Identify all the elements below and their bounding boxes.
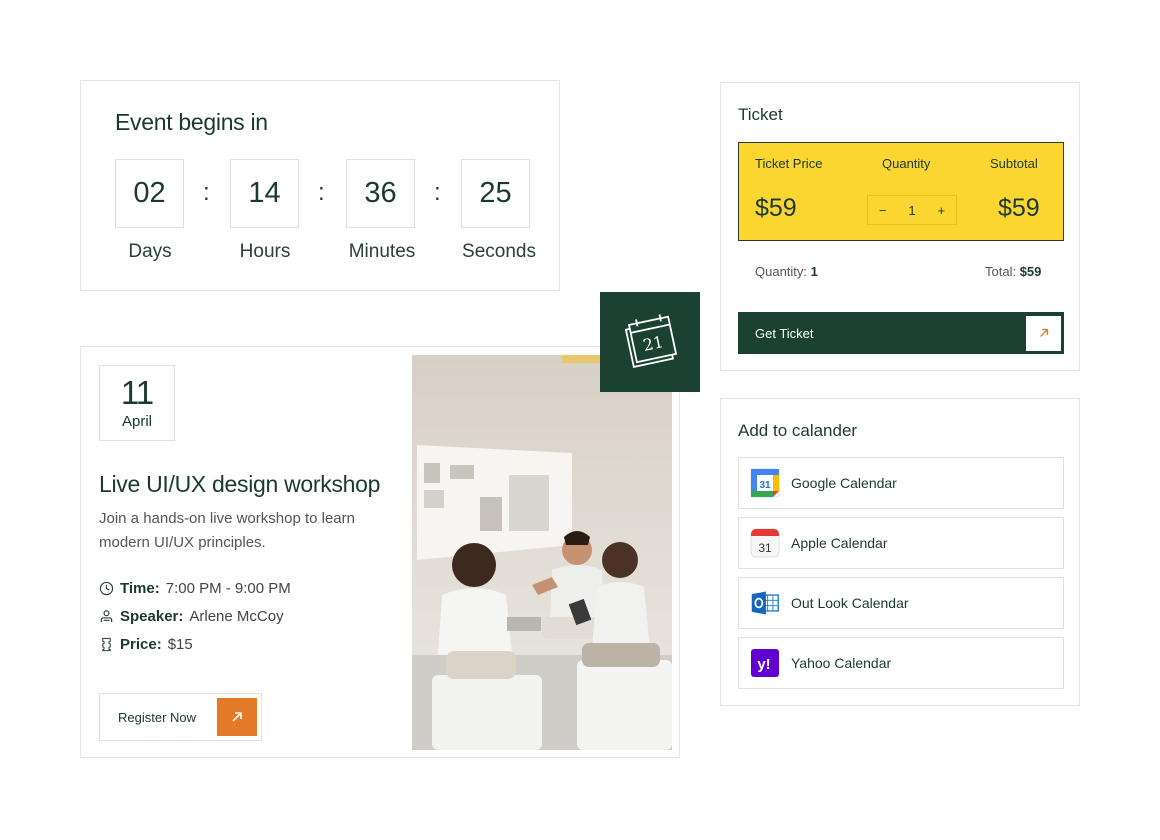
increment-button[interactable]: + xyxy=(937,203,945,218)
arrow-up-right-icon xyxy=(217,698,257,736)
apple-calendar-label: Apple Calendar xyxy=(791,535,888,551)
countdown-hours-label: Hours xyxy=(239,241,291,262)
yahoo-calendar-label: Yahoo Calendar xyxy=(791,655,892,671)
summary-quantity-label: Quantity: xyxy=(755,264,808,279)
svg-text:y!: y! xyxy=(757,656,770,673)
countdown-seconds-value: 25 xyxy=(461,159,530,228)
arrow-up-right-icon xyxy=(1026,315,1061,351)
yahoo-calendar-option[interactable]: y! Yahoo Calendar xyxy=(738,637,1064,689)
event-date-month: April xyxy=(121,413,152,430)
countdown-seconds-label: Seconds xyxy=(462,241,536,262)
outlook-calendar-option[interactable]: Out Look Calendar xyxy=(738,577,1064,629)
time-label: Time: xyxy=(120,580,160,597)
quantity-header: Quantity xyxy=(882,156,931,171)
ticket-card: Ticket Ticket Price Quantity Subtotal $5… xyxy=(720,82,1080,371)
workshop-title: Live UI/UX design workshop xyxy=(99,471,381,497)
countdown-separator: : xyxy=(318,179,325,206)
countdown-separator: : xyxy=(434,179,441,206)
ticket-price-panel: Ticket Price Quantity Subtotal $59 − 1 +… xyxy=(738,142,1064,241)
price-label: Price: xyxy=(120,636,162,653)
quantity-value: 1 xyxy=(908,202,916,218)
quantity-stepper: − 1 + xyxy=(867,195,957,225)
summary-quantity-value: 1 xyxy=(810,264,818,279)
countdown-hours-value: 14 xyxy=(230,159,299,228)
svg-text:31: 31 xyxy=(758,541,772,555)
ticket-price-value: $59 xyxy=(755,194,797,222)
countdown-card: Event begins in 02 : 14 : 36 : 25 Days H… xyxy=(80,80,560,291)
apple-calendar-option[interactable]: 31 Apple Calendar xyxy=(738,517,1064,569)
svg-text:31: 31 xyxy=(759,480,771,491)
summary-total-label: Total: xyxy=(985,264,1017,279)
decrement-button[interactable]: − xyxy=(879,203,887,218)
workshop-time: Time: 7:00 PM - 9:00 PM xyxy=(99,580,291,597)
summary-total-value: $59 xyxy=(1019,264,1042,279)
outlook-calendar-label: Out Look Calendar xyxy=(791,595,909,611)
google-calendar-option[interactable]: 31 Google Calendar xyxy=(738,457,1064,509)
google-calendar-label: Google Calendar xyxy=(791,475,897,491)
countdown-days-label: Days xyxy=(128,241,172,262)
ticket-icon xyxy=(102,637,111,652)
summary-total: Total: $59 xyxy=(985,264,1041,279)
add-to-calendar-card: Add to calander 31 Google Calendar 31 Ap… xyxy=(720,398,1080,706)
calendar-badge: 21 xyxy=(600,292,700,392)
add-to-calendar-title: Add to calander xyxy=(738,421,858,440)
speaker-label: Speaker: xyxy=(120,608,184,625)
countdown-separator: : xyxy=(203,179,210,206)
countdown-days-value: 02 xyxy=(115,159,184,228)
event-date-box: 11 April xyxy=(99,365,175,441)
get-ticket-label: Get Ticket xyxy=(755,325,814,341)
countdown-title: Event begins in xyxy=(115,109,268,135)
speaker-icon xyxy=(100,610,113,623)
speaker-value: Arlene McCoy xyxy=(189,608,284,625)
countdown-minutes-value: 36 xyxy=(346,159,415,228)
get-ticket-button[interactable]: Get Ticket xyxy=(738,312,1064,354)
countdown-minutes-label: Minutes xyxy=(348,241,416,262)
summary-quantity: Quantity: 1 xyxy=(755,264,818,279)
register-now-button[interactable]: Register Now xyxy=(99,693,262,741)
ticket-price-header: Ticket Price xyxy=(755,156,823,171)
google-calendar-icon: 31 xyxy=(750,468,780,498)
time-value: 7:00 PM - 9:00 PM xyxy=(165,580,291,597)
workshop-card: 11 April Live UI/UX design workshop Join… xyxy=(80,346,680,758)
workshop-photo xyxy=(412,355,672,750)
register-now-label: Register Now xyxy=(118,709,197,725)
subtotal-header: Subtotal xyxy=(990,156,1038,171)
apple-calendar-icon: 31 xyxy=(750,528,780,558)
event-date-day: 11 xyxy=(120,374,154,411)
price-value: $15 xyxy=(167,636,193,653)
subtotal-value: $59 xyxy=(998,194,1040,222)
workshop-speaker: Speaker: Arlene McCoy xyxy=(99,608,284,625)
workshop-description: Join a hands-on live workshop to learn m… xyxy=(99,510,355,551)
ticket-title: Ticket xyxy=(738,105,783,124)
workshop-price: Price: $15 xyxy=(99,636,193,653)
outlook-calendar-icon xyxy=(750,588,780,618)
clock-icon xyxy=(99,581,114,596)
yahoo-calendar-icon: y! xyxy=(750,648,780,678)
